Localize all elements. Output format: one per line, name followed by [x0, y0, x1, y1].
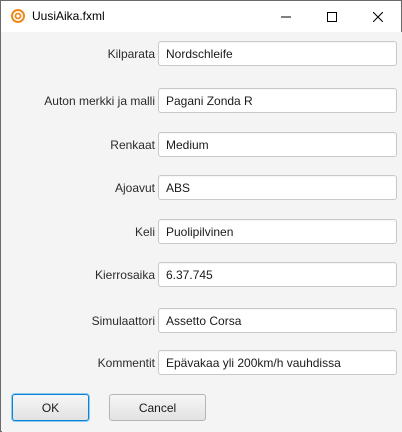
ajoavut-input[interactable] [158, 175, 397, 200]
form-row-kilparata: Kilparata [2, 41, 402, 67]
kommentit-input[interactable] [158, 350, 397, 375]
ok-button[interactable]: OK [12, 394, 89, 421]
close-icon [373, 11, 383, 22]
form-area: Kilparata Auton merkki ja malli Renkaat … [2, 32, 402, 432]
maximize-button[interactable] [309, 1, 355, 32]
form-row-auton-merkki: Auton merkki ja malli [2, 88, 402, 114]
renkaat-input[interactable] [158, 132, 397, 157]
kierrosaika-input[interactable] [158, 262, 397, 287]
simulaattori-input[interactable] [158, 308, 397, 333]
field-label: Kierrosaika [94, 268, 155, 282]
form-row-ajoavut: Ajoavut [2, 175, 402, 201]
keli-input[interactable] [158, 219, 397, 244]
field-label: Auton merkki ja malli [44, 94, 155, 108]
field-label: Renkaat [110, 138, 155, 152]
form-row-renkaat: Renkaat [2, 132, 402, 158]
form-row-simulaattori: Simulaattori [2, 308, 402, 334]
field-label: Kommentit [97, 356, 155, 370]
field-label: Keli [134, 225, 155, 239]
title-bar[interactable]: UusiAika.fxml [1, 1, 401, 32]
form-row-kierrosaika: Kierrosaika [2, 262, 402, 288]
maximize-icon [327, 11, 337, 22]
app-icon [10, 8, 26, 24]
cancel-button[interactable]: Cancel [109, 394, 206, 421]
minimize-icon [281, 16, 291, 17]
auton-merkki-input[interactable] [158, 88, 397, 113]
minimize-button[interactable] [263, 1, 309, 32]
close-button[interactable] [355, 1, 401, 32]
window-title: UusiAika.fxml [32, 9, 105, 23]
kilparata-input[interactable] [158, 41, 397, 66]
form-row-kommentit: Kommentit [2, 350, 402, 376]
field-label: Simulaattori [91, 314, 155, 328]
field-label: Ajoavut [114, 181, 155, 195]
form-row-keli: Keli [2, 219, 402, 245]
dialog-window: UusiAika.fxml Kilparata Auton merkki ja … [0, 0, 402, 432]
field-label: Kilparata [107, 47, 155, 61]
